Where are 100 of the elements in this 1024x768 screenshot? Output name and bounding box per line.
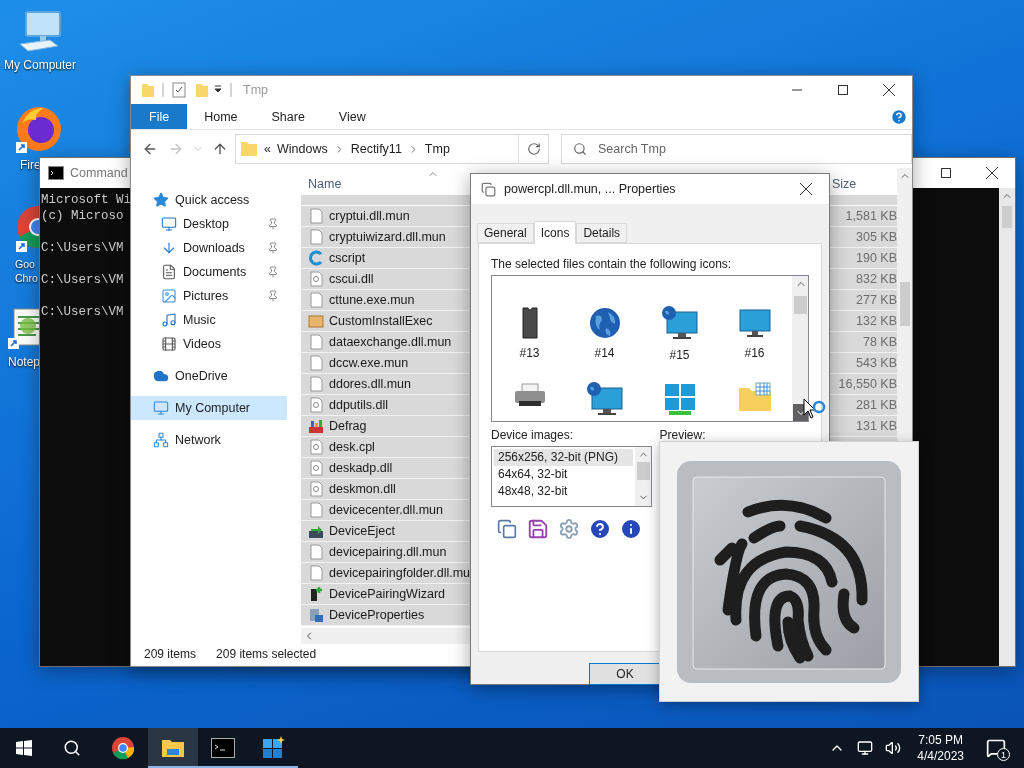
file-name: cryptui.dll.mun [329,209,410,223]
overflow-chevron[interactable]: « [264,142,271,156]
ribbon-tab[interactable]: Home [187,104,255,129]
package-icon [308,313,324,329]
file-size: 832 KB [856,272,897,286]
nav-item[interactable]: Videos [131,332,287,356]
toolbar-button[interactable] [495,517,519,541]
ribbon-tab[interactable]: View [321,104,383,129]
file-size: 1,581 KB [845,209,897,223]
help-icon[interactable] [890,107,908,126]
breadcrumb[interactable]: Rectify11 [350,142,402,156]
arrow-right-icon [168,141,184,157]
scroll-thumb[interactable] [1002,206,1012,228]
file-name: DeviceProperties [329,608,425,622]
window-title: Tmp [243,83,268,97]
file-name: cryptuiwizard.dll.mun [329,230,446,244]
desktop-icon-label[interactable]: Goo Chro [15,257,38,285]
firefox-icon[interactable] [14,104,64,154]
scroll-thumb[interactable] [899,282,910,326]
globe-icon [587,306,622,340]
image-size-list[interactable]: 256x256, 32-bit (PNG) 64x64, 32-bit 48x48, 32-bit [491,446,653,507]
nav-item[interactable]: Network [131,428,287,452]
file-name: DeviceEject [329,524,395,538]
file-name: Defrag [329,419,367,433]
script-icon [308,250,324,266]
info-icon [619,517,643,541]
nav-item[interactable]: OneDrive [131,364,287,388]
file-name: ddores.dll.mun [329,377,411,391]
console-line: C:\Users\VM [41,240,124,256]
icon-list[interactable]: #13 #14 #15 #16 [491,275,809,422]
star-icon [153,192,169,208]
file-name: devicepairingfolder.dll.mu [329,566,471,580]
film-icon [161,336,177,352]
file-name: devicecenter.dll.mun [329,503,443,517]
toolbar-button[interactable] [619,517,643,541]
tab[interactable]: Details [576,223,628,243]
breadcrumb[interactable]: Tmp [424,142,450,156]
copy-icon [497,519,517,539]
file-size: 132 KB [856,314,897,328]
gear-file-icon [308,481,324,497]
scroll-thumb[interactable] [794,296,807,314]
address-bar[interactable]: « Windows Rectify11 Tmp [235,134,549,164]
close-icon [883,84,895,96]
defrag-icon [308,418,324,434]
gear-file-icon [308,397,324,413]
scrollbar[interactable] [792,276,808,421]
gear-file-icon [308,439,324,455]
desktop-icon-label[interactable]: My Computer [4,58,76,72]
nav-item[interactable]: Documents [131,260,287,284]
file-name: deskadp.dll [329,461,393,475]
gear-file-icon [308,271,324,287]
computer-icon [153,400,169,416]
file-size: 277 KB [856,293,897,307]
list-item[interactable]: 256x256, 32-bit (PNG) [494,449,634,466]
nav-item[interactable]: Desktop [131,212,287,236]
section-label: Device images: [491,428,575,442]
list-item[interactable]: 64x64, 32-bit [494,466,634,483]
desktop-icon-label[interactable]: Fire [20,158,41,172]
tab[interactable]: General [477,223,534,243]
scroll-thumb[interactable] [637,462,650,480]
nav-item[interactable]: Quick access [131,188,287,212]
tab[interactable]: Icons [533,221,577,244]
close-icon [986,167,998,179]
ribbon-tab[interactable]: Share [254,104,322,129]
music-icon [161,312,177,328]
nav-item[interactable]: Pictures [131,284,287,308]
search-field[interactable]: Search Tmp [561,134,912,164]
column-header[interactable]: Name [308,177,342,191]
maximize-icon [941,168,951,178]
clock[interactable]: 7:05 PM 4/4/2023 [909,732,972,764]
toolbar-button[interactable] [526,517,550,541]
scrollbar[interactable] [635,447,652,506]
nav-item[interactable]: My Computer [131,396,287,420]
taskbar-app[interactable] [148,728,198,768]
chrome-icon [111,736,135,760]
monitor-icon [737,306,772,340]
ok-button[interactable]: OK [589,663,661,685]
notification-button[interactable]: 1 [976,728,1016,768]
window-title: Command [70,166,128,180]
breadcrumb[interactable]: Windows [276,142,328,156]
file-icon [308,502,324,518]
nav-item[interactable]: Downloads [131,236,287,260]
settings-icon [558,518,580,540]
scrollbar[interactable] [999,188,1015,666]
list-item[interactable]: 48x48, 32-bit [494,483,634,500]
column-header[interactable]: Size [832,177,857,191]
desktop-icon-label[interactable]: Notep [8,355,41,369]
nav-item[interactable]: Music [131,308,287,332]
toolbar-button[interactable] [588,517,612,541]
file-size: 131 KB [856,419,897,433]
file-name: ddputils.dll [329,398,389,412]
device-properties-icon [308,607,324,623]
file-icon [308,334,324,350]
file-name: deskmon.dll [329,482,396,496]
folder-grid-icon [737,382,772,412]
file-name: devicepairing.dll.mun [329,545,447,559]
file-size: 190 KB [856,251,897,265]
monitor-globe-icon [585,382,624,418]
icon-number: #14 [594,346,615,360]
file-name: dataexchange.dll.mun [329,335,452,349]
